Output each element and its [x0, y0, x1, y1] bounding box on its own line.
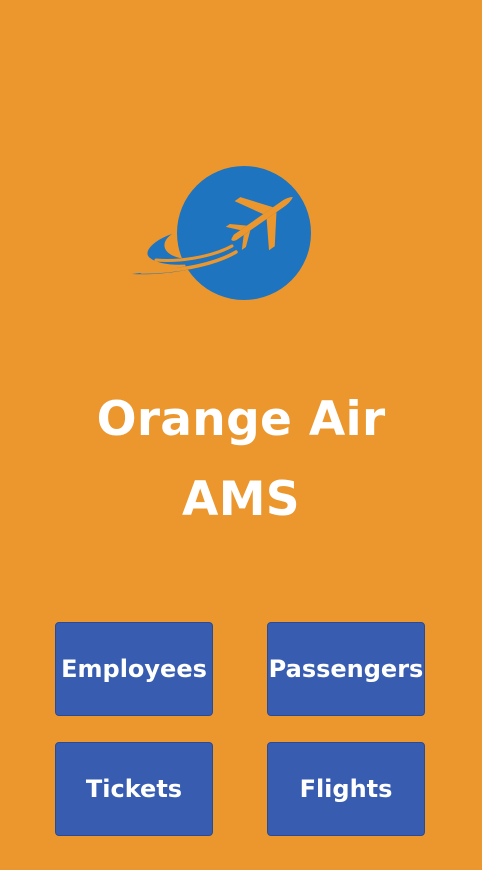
airplane-logo-icon	[128, 162, 318, 304]
app-title-line2: AMS	[182, 472, 300, 527]
app-title: Orange Air AMS	[0, 380, 482, 540]
tickets-button[interactable]: Tickets	[55, 742, 213, 836]
app-title-line1: Orange Air	[96, 392, 386, 447]
passengers-button[interactable]: Passengers	[267, 622, 425, 716]
employees-button[interactable]: Employees	[55, 622, 213, 716]
flights-button[interactable]: Flights	[267, 742, 425, 836]
